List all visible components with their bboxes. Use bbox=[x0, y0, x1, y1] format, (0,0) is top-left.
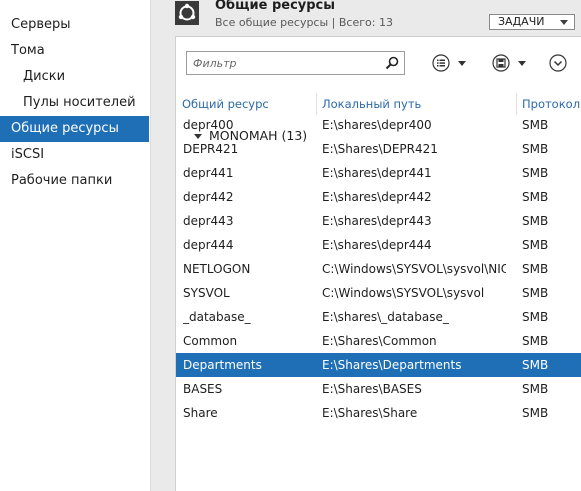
share-name-cell: depr443 bbox=[183, 214, 234, 228]
table-row[interactable]: _database_ E:\shares\_database_ SMB bbox=[176, 305, 581, 329]
share-name-cell: depr400 bbox=[183, 118, 234, 132]
share-name-cell: depr441 bbox=[183, 166, 234, 180]
protocol-cell: SMB bbox=[522, 334, 549, 348]
sidebar-item-shares[interactable]: Общие ресурсы bbox=[0, 116, 149, 142]
table-row[interactable]: Share E:\Shares\Share SMB bbox=[176, 401, 581, 425]
local-path-cell: E:\shares\depr441 bbox=[322, 166, 432, 180]
share-name-cell: Share bbox=[183, 406, 218, 420]
share-name-cell: NETLOGON bbox=[183, 262, 251, 276]
local-path-cell: E:\Shares\Departments bbox=[322, 358, 462, 372]
chevron-down-icon bbox=[458, 61, 466, 66]
share-name-cell: Departments bbox=[183, 358, 262, 372]
protocol-cell: SMB bbox=[522, 382, 549, 396]
column-header-share[interactable]: Общий ресурс bbox=[182, 93, 314, 115]
sidebar: Серверы Тома Диски Пулы носителей Общие … bbox=[0, 0, 150, 491]
page-subtitle: Все общие ресурсы | Всего: 13 bbox=[215, 16, 393, 29]
server-manager-window: Серверы Тома Диски Пулы носителей Общие … bbox=[0, 0, 581, 491]
shares-tile-icon bbox=[175, 1, 199, 25]
protocol-cell: SMB bbox=[522, 358, 549, 372]
table-row[interactable]: SYSVOL C:\Windows\SYSVOL\sysvol SMB bbox=[176, 281, 581, 305]
protocol-cell: SMB bbox=[522, 118, 549, 132]
protocol-cell: SMB bbox=[522, 406, 549, 420]
shares-panel: Общий ресурс Локальный путь Протокол MON… bbox=[175, 36, 581, 491]
local-path-cell: E:\shares\depr443 bbox=[322, 214, 432, 228]
table-row[interactable]: Departments E:\Shares\Departments SMB bbox=[176, 353, 581, 377]
tasks-label: ЗАДАЧИ bbox=[498, 15, 545, 28]
chevron-down-icon bbox=[518, 61, 526, 66]
sidebar-item-work-folders[interactable]: Рабочие папки bbox=[0, 168, 149, 194]
protocol-cell: SMB bbox=[522, 142, 549, 156]
local-path-cell: E:\shares\depr442 bbox=[322, 190, 432, 204]
table-row[interactable]: BASES E:\Shares\BASES SMB bbox=[176, 377, 581, 401]
list-view-options-button[interactable] bbox=[432, 54, 468, 72]
share-name-cell: DEPR421 bbox=[183, 142, 239, 156]
column-divider[interactable] bbox=[316, 93, 317, 115]
expand-icon bbox=[549, 54, 567, 72]
protocol-cell: SMB bbox=[522, 310, 549, 324]
tile-header: Общие ресурсы Все общие ресурсы | Всего:… bbox=[151, 0, 581, 34]
table-row[interactable]: depr441 E:\shares\depr441 SMB bbox=[176, 161, 581, 185]
local-path-cell: E:\shares\_database_ bbox=[322, 310, 449, 324]
expand-collapse-button[interactable] bbox=[549, 54, 567, 72]
page-title: Общие ресурсы bbox=[215, 0, 336, 13]
table-row[interactable]: depr442 E:\shares\depr442 SMB bbox=[176, 185, 581, 209]
column-header-local-path[interactable]: Локальный путь bbox=[322, 93, 514, 115]
table-row[interactable]: depr443 E:\shares\depr443 SMB bbox=[176, 209, 581, 233]
share-name-cell: _database_ bbox=[183, 310, 251, 324]
main-pane: Общие ресурсы Все общие ресурсы | Всего:… bbox=[151, 0, 581, 491]
column-header-protocol[interactable]: Протокол bbox=[522, 93, 580, 115]
sidebar-item-iscsi[interactable]: iSCSI bbox=[0, 142, 149, 168]
chevron-down-icon bbox=[560, 20, 568, 25]
table-row[interactable]: NETLOGON C:\Windows\SYSVOL\sysvol\NIO4...… bbox=[176, 257, 581, 281]
tasks-dropdown-button[interactable]: ЗАДАЧИ bbox=[489, 14, 575, 30]
sidebar-item-servers[interactable]: Серверы bbox=[0, 12, 149, 38]
share-name-cell: SYSVOL bbox=[183, 286, 230, 300]
table-row[interactable]: Common E:\Shares\Common SMB bbox=[176, 329, 581, 353]
table-row[interactable]: depr400 E:\shares\depr400 SMB bbox=[176, 113, 581, 137]
local-path-cell: C:\Windows\SYSVOL\sysvol bbox=[322, 286, 485, 300]
sidebar-item-volumes[interactable]: Тома bbox=[0, 38, 149, 64]
protocol-cell: SMB bbox=[522, 286, 549, 300]
local-path-cell: E:\Shares\Share bbox=[322, 406, 418, 420]
protocol-cell: SMB bbox=[522, 166, 549, 180]
protocol-cell: SMB bbox=[522, 238, 549, 252]
column-divider[interactable] bbox=[516, 93, 517, 115]
list-view-icon bbox=[432, 54, 450, 72]
share-name-cell: depr444 bbox=[183, 238, 234, 252]
local-path-cell: E:\shares\depr400 bbox=[322, 118, 432, 132]
search-icon[interactable] bbox=[384, 55, 400, 71]
save-query-button[interactable] bbox=[492, 54, 528, 72]
table-row[interactable]: DEPR421 E:\Shares\DEPR421 SMB bbox=[176, 137, 581, 161]
protocol-cell: SMB bbox=[522, 262, 549, 276]
share-name-cell: BASES bbox=[183, 382, 223, 396]
local-path-cell: E:\Shares\Common bbox=[322, 334, 437, 348]
local-path-cell: E:\Shares\DEPR421 bbox=[322, 142, 438, 156]
share-name-cell: Common bbox=[183, 334, 238, 348]
table-row[interactable]: depr444 E:\shares\depr444 SMB bbox=[176, 233, 581, 257]
filter-box[interactable] bbox=[186, 51, 405, 75]
local-path-cell: E:\Shares\BASES bbox=[322, 382, 422, 396]
local-path-cell: E:\shares\depr444 bbox=[322, 238, 432, 252]
protocol-cell: SMB bbox=[522, 190, 549, 204]
protocol-cell: SMB bbox=[522, 214, 549, 228]
local-path-cell: C:\Windows\SYSVOL\sysvol\NIO4... bbox=[322, 262, 506, 276]
filter-input[interactable] bbox=[187, 52, 377, 74]
save-query-icon bbox=[492, 54, 510, 72]
share-name-cell: depr442 bbox=[183, 190, 234, 204]
sidebar-item-storage-pools[interactable]: Пулы носителей bbox=[0, 90, 149, 116]
sidebar-item-disks[interactable]: Диски bbox=[0, 64, 149, 90]
